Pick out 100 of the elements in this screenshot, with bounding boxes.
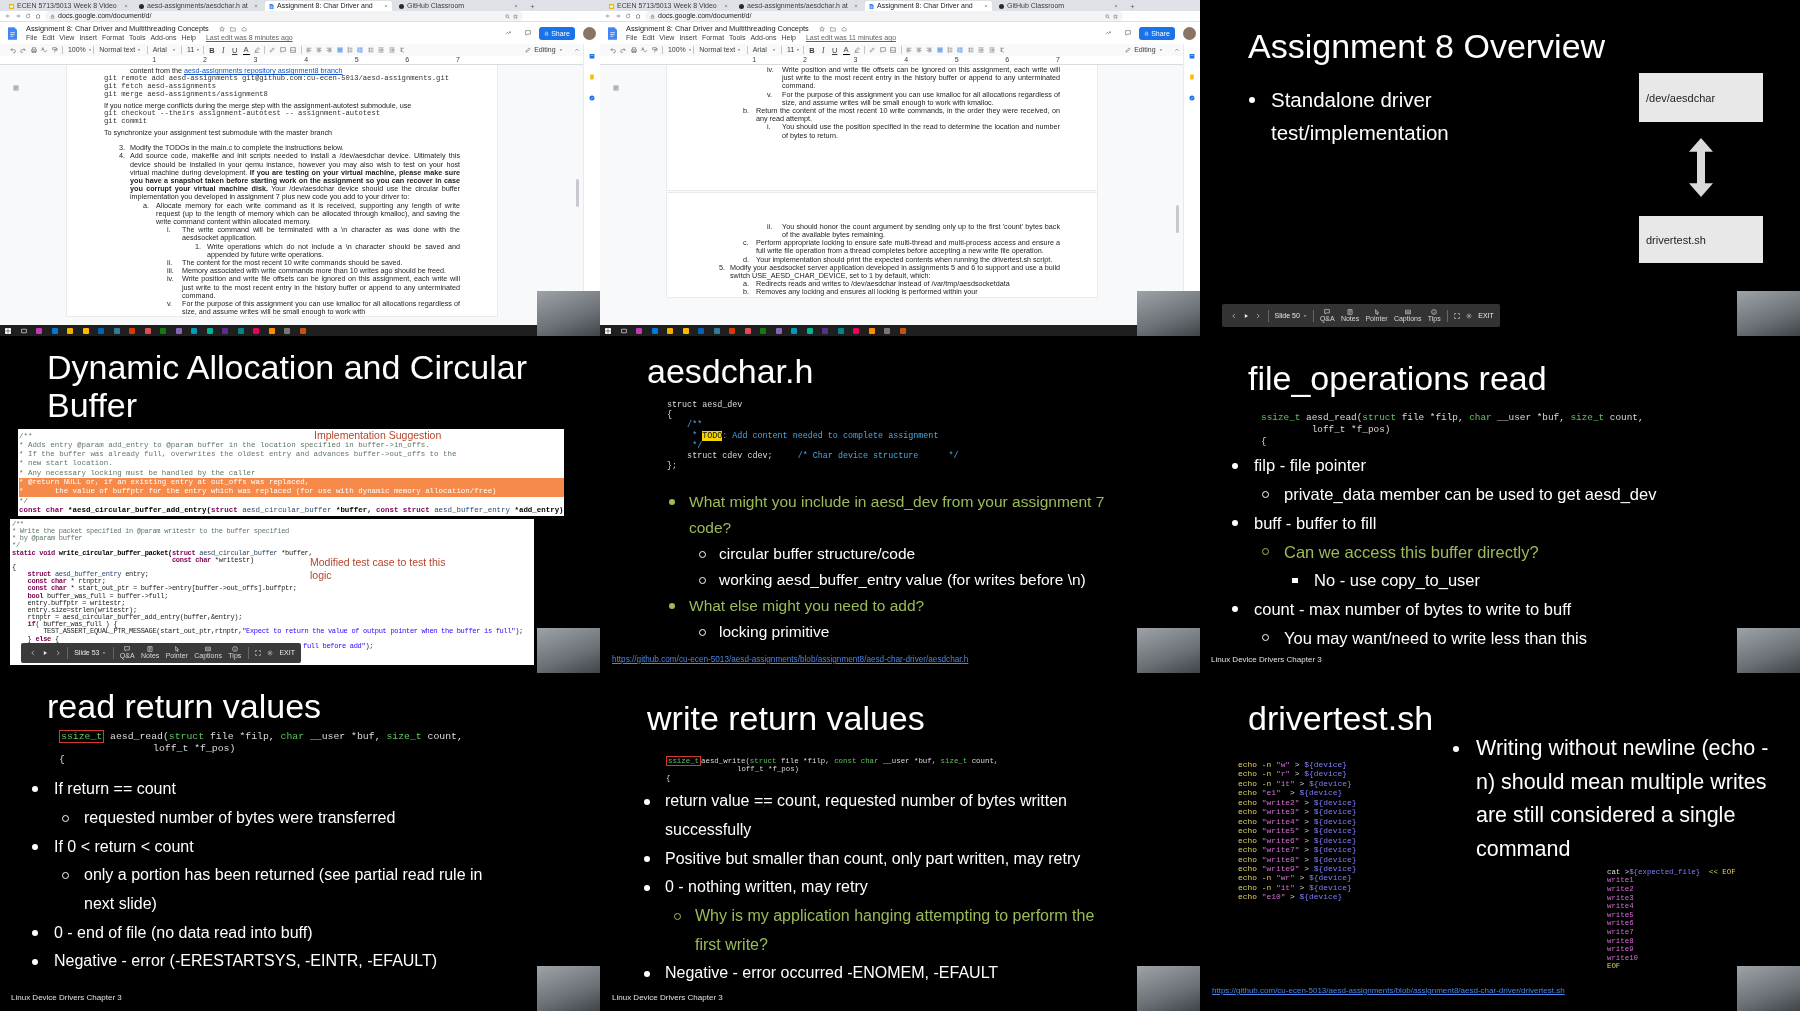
collapse-chevron-icon[interactable] <box>1174 47 1180 53</box>
align-justify-icon[interactable] <box>336 47 343 53</box>
settings-icon[interactable] <box>267 650 274 656</box>
line-spacing-icon[interactable] <box>347 47 354 53</box>
image-icon[interactable] <box>890 47 897 53</box>
line-spacing-icon[interactable] <box>947 47 954 53</box>
scrollbar-thumb[interactable] <box>576 179 579 207</box>
decrease-indent-icon[interactable] <box>378 47 385 53</box>
numbered-list-icon[interactable] <box>357 47 364 53</box>
close-tab-icon[interactable] <box>384 4 388 8</box>
reload-icon[interactable] <box>625 13 631 19</box>
clear-formatting-icon[interactable] <box>399 47 406 53</box>
new-tab-icon[interactable] <box>1130 4 1135 9</box>
trend-line-icon[interactable] <box>505 30 511 36</box>
user-avatar[interactable] <box>583 26 596 40</box>
home-icon[interactable] <box>635 13 641 19</box>
redo-icon[interactable] <box>20 47 27 53</box>
taskbar-app-icon[interactable] <box>144 327 151 334</box>
bookmark-star-icon[interactable] <box>1113 13 1118 19</box>
previous-chevron-icon[interactable] <box>30 650 36 656</box>
spellcheck-icon[interactable] <box>641 47 648 53</box>
cloud-icon[interactable] <box>840 25 847 32</box>
undo-icon[interactable] <box>610 47 616 53</box>
fullscreen-icon[interactable] <box>254 650 261 656</box>
close-tab-icon[interactable] <box>1114 4 1118 8</box>
home-icon[interactable] <box>35 13 41 19</box>
print-icon[interactable] <box>630 47 637 53</box>
redo-icon[interactable] <box>620 47 627 53</box>
taskbar-app-icon[interactable] <box>268 327 275 334</box>
search-icon[interactable] <box>505 13 510 19</box>
taskbar-app-icon[interactable] <box>667 327 673 334</box>
link-icon[interactable] <box>869 47 876 53</box>
folder-icon[interactable] <box>829 25 836 32</box>
close-tab-icon[interactable] <box>854 4 858 8</box>
clear-formatting-icon[interactable] <box>999 47 1006 53</box>
tasks-check-icon[interactable] <box>589 95 595 101</box>
settings-icon[interactable] <box>1466 312 1472 319</box>
align-center-icon[interactable] <box>915 47 922 53</box>
numbered-list-icon[interactable] <box>957 47 964 53</box>
user-avatar[interactable] <box>1183 26 1196 40</box>
taskbar-app-icon[interactable] <box>191 327 197 334</box>
taskbar-app-icon[interactable] <box>82 327 89 334</box>
folder-icon[interactable] <box>229 25 236 32</box>
search-icon[interactable] <box>1105 13 1110 19</box>
taskbar-app-icon[interactable] <box>682 327 689 334</box>
task-view-icon[interactable] <box>620 327 627 334</box>
forward-arrow-icon[interactable] <box>15 13 21 19</box>
align-right-icon[interactable] <box>326 47 333 53</box>
next-chevron-icon[interactable] <box>1255 312 1262 319</box>
comment-icon[interactable] <box>525 30 531 36</box>
bulleted-list-icon[interactable] <box>967 47 974 53</box>
taskbar-app-icon[interactable] <box>791 327 797 334</box>
document-outline-icon[interactable] <box>613 85 619 91</box>
increase-indent-icon[interactable] <box>988 47 995 53</box>
bookmark-star-icon[interactable] <box>513 13 518 19</box>
forward-arrow-icon[interactable] <box>615 13 621 19</box>
bulleted-list-icon[interactable] <box>367 47 374 53</box>
close-tab-icon[interactable] <box>124 4 128 8</box>
paint-format-icon[interactable] <box>51 47 58 53</box>
close-tab-icon[interactable] <box>254 4 258 8</box>
align-left-icon[interactable] <box>305 47 312 53</box>
increase-indent-icon[interactable] <box>388 47 395 53</box>
close-tab-icon[interactable] <box>724 4 728 8</box>
add-comment-icon[interactable] <box>879 47 886 53</box>
new-tab-icon[interactable] <box>530 4 535 9</box>
highlighter-icon[interactable] <box>854 47 860 53</box>
reload-icon[interactable] <box>25 13 31 19</box>
close-tab-icon[interactable] <box>984 4 988 8</box>
decrease-indent-icon[interactable] <box>978 47 985 53</box>
undo-icon[interactable] <box>10 47 16 53</box>
document-outline-icon[interactable] <box>13 85 19 91</box>
docs-logo-icon[interactable] <box>8 26 17 40</box>
collapse-chevron-icon[interactable] <box>574 47 580 53</box>
highlighter-icon[interactable] <box>254 47 260 53</box>
play-icon[interactable] <box>1243 312 1250 319</box>
align-right-icon[interactable] <box>926 47 933 53</box>
source-link[interactable]: https://github.com/cu-ecen-5013/aesd-assignments/blob/assignment8/aesd-char-driver/aesdchar.h <box>612 655 969 665</box>
align-center-icon[interactable] <box>315 47 322 53</box>
taskbar-app-icon[interactable] <box>806 327 813 334</box>
note-icon[interactable] <box>589 74 595 80</box>
taskbar-app-icon[interactable] <box>206 327 213 334</box>
taskbar-app-icon[interactable] <box>868 327 875 334</box>
star-icon[interactable] <box>818 25 825 32</box>
comment-icon[interactable] <box>1125 30 1131 36</box>
taskbar-app-icon[interactable] <box>744 327 751 334</box>
align-left-icon[interactable] <box>905 47 912 53</box>
calendar-icon[interactable] <box>589 53 595 59</box>
star-icon[interactable] <box>218 25 225 32</box>
previous-chevron-icon[interactable] <box>1231 312 1237 319</box>
play-icon[interactable] <box>42 650 49 656</box>
align-justify-icon[interactable] <box>936 47 943 53</box>
next-chevron-icon[interactable] <box>54 650 61 656</box>
close-tab-icon[interactable] <box>514 4 518 8</box>
image-icon[interactable] <box>290 47 297 53</box>
cloud-icon[interactable] <box>240 25 247 32</box>
scrollbar-thumb[interactable] <box>1176 205 1179 233</box>
taskbar-app-icon[interactable] <box>67 327 73 334</box>
tasks-check-icon[interactable] <box>1189 95 1195 101</box>
trend-line-icon[interactable] <box>1105 30 1111 36</box>
fullscreen-icon[interactable] <box>1453 312 1460 319</box>
